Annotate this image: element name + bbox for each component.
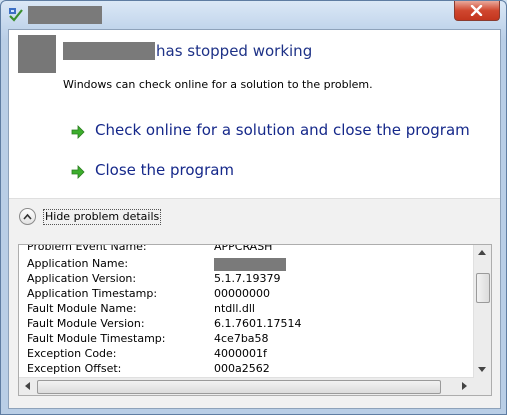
program-icon [18, 35, 56, 73]
title-bar[interactable] [1, 1, 506, 28]
detail-value: 6.1.7601.17514 [214, 317, 302, 330]
details-area: Problem Event Name: APPCRASH Application… [9, 238, 500, 408]
scroll-up-icon[interactable] [478, 250, 486, 255]
detail-value: 4ce7ba58 [214, 332, 269, 345]
detail-value: 00000000 [214, 287, 270, 300]
scroll-down-icon[interactable] [478, 367, 486, 372]
dialog-content: has stopped working Windows can check on… [8, 29, 501, 409]
problem-details-list: Problem Event Name: APPCRASH Application… [19, 245, 474, 378]
vertical-scroll-thumb[interactable] [476, 273, 490, 303]
horizontal-scroll-thumb[interactable] [37, 380, 441, 394]
problem-details-box[interactable]: Problem Event Name: APPCRASH Application… [18, 244, 492, 396]
detail-value: APPCRASH [214, 245, 273, 253]
detail-key: Fault Module Name: [27, 302, 137, 315]
horizontal-scrollbar[interactable] [19, 377, 474, 395]
scroll-left-icon[interactable] [25, 382, 30, 390]
close-button[interactable] [454, 1, 500, 21]
chevron-up-icon [19, 208, 36, 225]
close-icon [470, 5, 483, 16]
dialog-heading: has stopped working [156, 42, 313, 60]
green-arrow-icon [71, 164, 85, 179]
scrollbar-corner [474, 378, 491, 395]
scroll-right-icon[interactable] [462, 382, 467, 390]
check-online-label: Check online for a solution and close th… [95, 121, 470, 139]
detail-key: Application Name: [27, 257, 129, 270]
vertical-scrollbar[interactable] [473, 245, 491, 378]
green-arrow-icon [71, 124, 85, 139]
detail-key: Application Timestamp: [27, 287, 158, 300]
error-report-icon [8, 7, 24, 23]
detail-value-redacted [214, 258, 286, 271]
detail-key: Fault Module Version: [27, 317, 145, 330]
detail-value: ntdll.dll [214, 302, 255, 315]
app-name-redacted [63, 42, 155, 60]
detail-key: Problem Event Name: [27, 245, 147, 253]
error-dialog-window: has stopped working Windows can check on… [0, 0, 507, 415]
detail-value: 4000001f [214, 347, 267, 360]
detail-value: 000a2562 [214, 362, 270, 375]
detail-key: Fault Module Timestamp: [27, 332, 166, 345]
close-program-label: Close the program [95, 161, 235, 179]
detail-key: Exception Offset: [27, 362, 122, 375]
hide-details-label: Hide problem details [43, 209, 162, 225]
detail-value: 5.1.7.19379 [214, 272, 281, 285]
detail-key: Exception Code: [27, 347, 117, 360]
window-title-redacted [28, 6, 102, 24]
detail-key: Application Version: [27, 272, 137, 285]
dialog-subtext: Windows can check online for a solution … [63, 78, 373, 91]
